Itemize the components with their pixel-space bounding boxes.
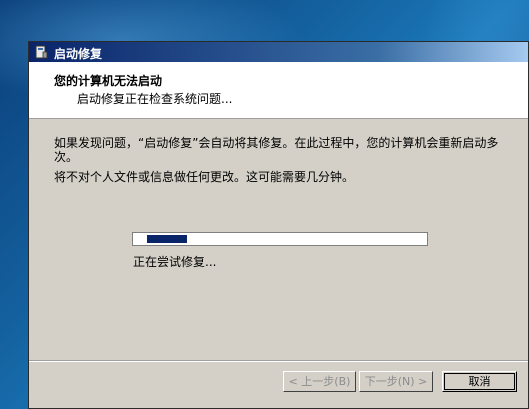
cancel-button[interactable]: 取消 bbox=[442, 371, 517, 392]
back-button[interactable]: < 上一步(B) bbox=[283, 371, 356, 392]
progress-bar bbox=[132, 232, 428, 246]
wizard-header: 您的计算机无法启动 启动修复正在检查系统问题... bbox=[29, 62, 528, 119]
progress-status: 正在尝试修复... bbox=[133, 255, 217, 269]
progress-marquee bbox=[147, 235, 187, 243]
next-button[interactable]: 下一步(N) > bbox=[359, 371, 433, 392]
startup-repair-icon bbox=[35, 45, 48, 59]
header-subtitle: 启动修复正在检查系统问题... bbox=[77, 92, 233, 106]
info-paragraph-2: 将不对个人文件或信息做任何更改。这可能需要几分钟。 bbox=[54, 170, 355, 184]
footer-divider bbox=[29, 360, 528, 362]
window-title: 启动修复 bbox=[54, 47, 103, 61]
startup-repair-window: 启动修复 您的计算机无法启动 启动修复正在检查系统问题... 如果发现问题，“启… bbox=[28, 41, 529, 409]
title-bar[interactable]: 启动修复 bbox=[29, 42, 528, 62]
info-paragraph-1: 如果发现问题，“启动修复”会自动将其修复。在此过程中，您的计算机会重新启动多次。 bbox=[54, 136, 499, 164]
header-title: 您的计算机无法启动 bbox=[54, 74, 163, 88]
